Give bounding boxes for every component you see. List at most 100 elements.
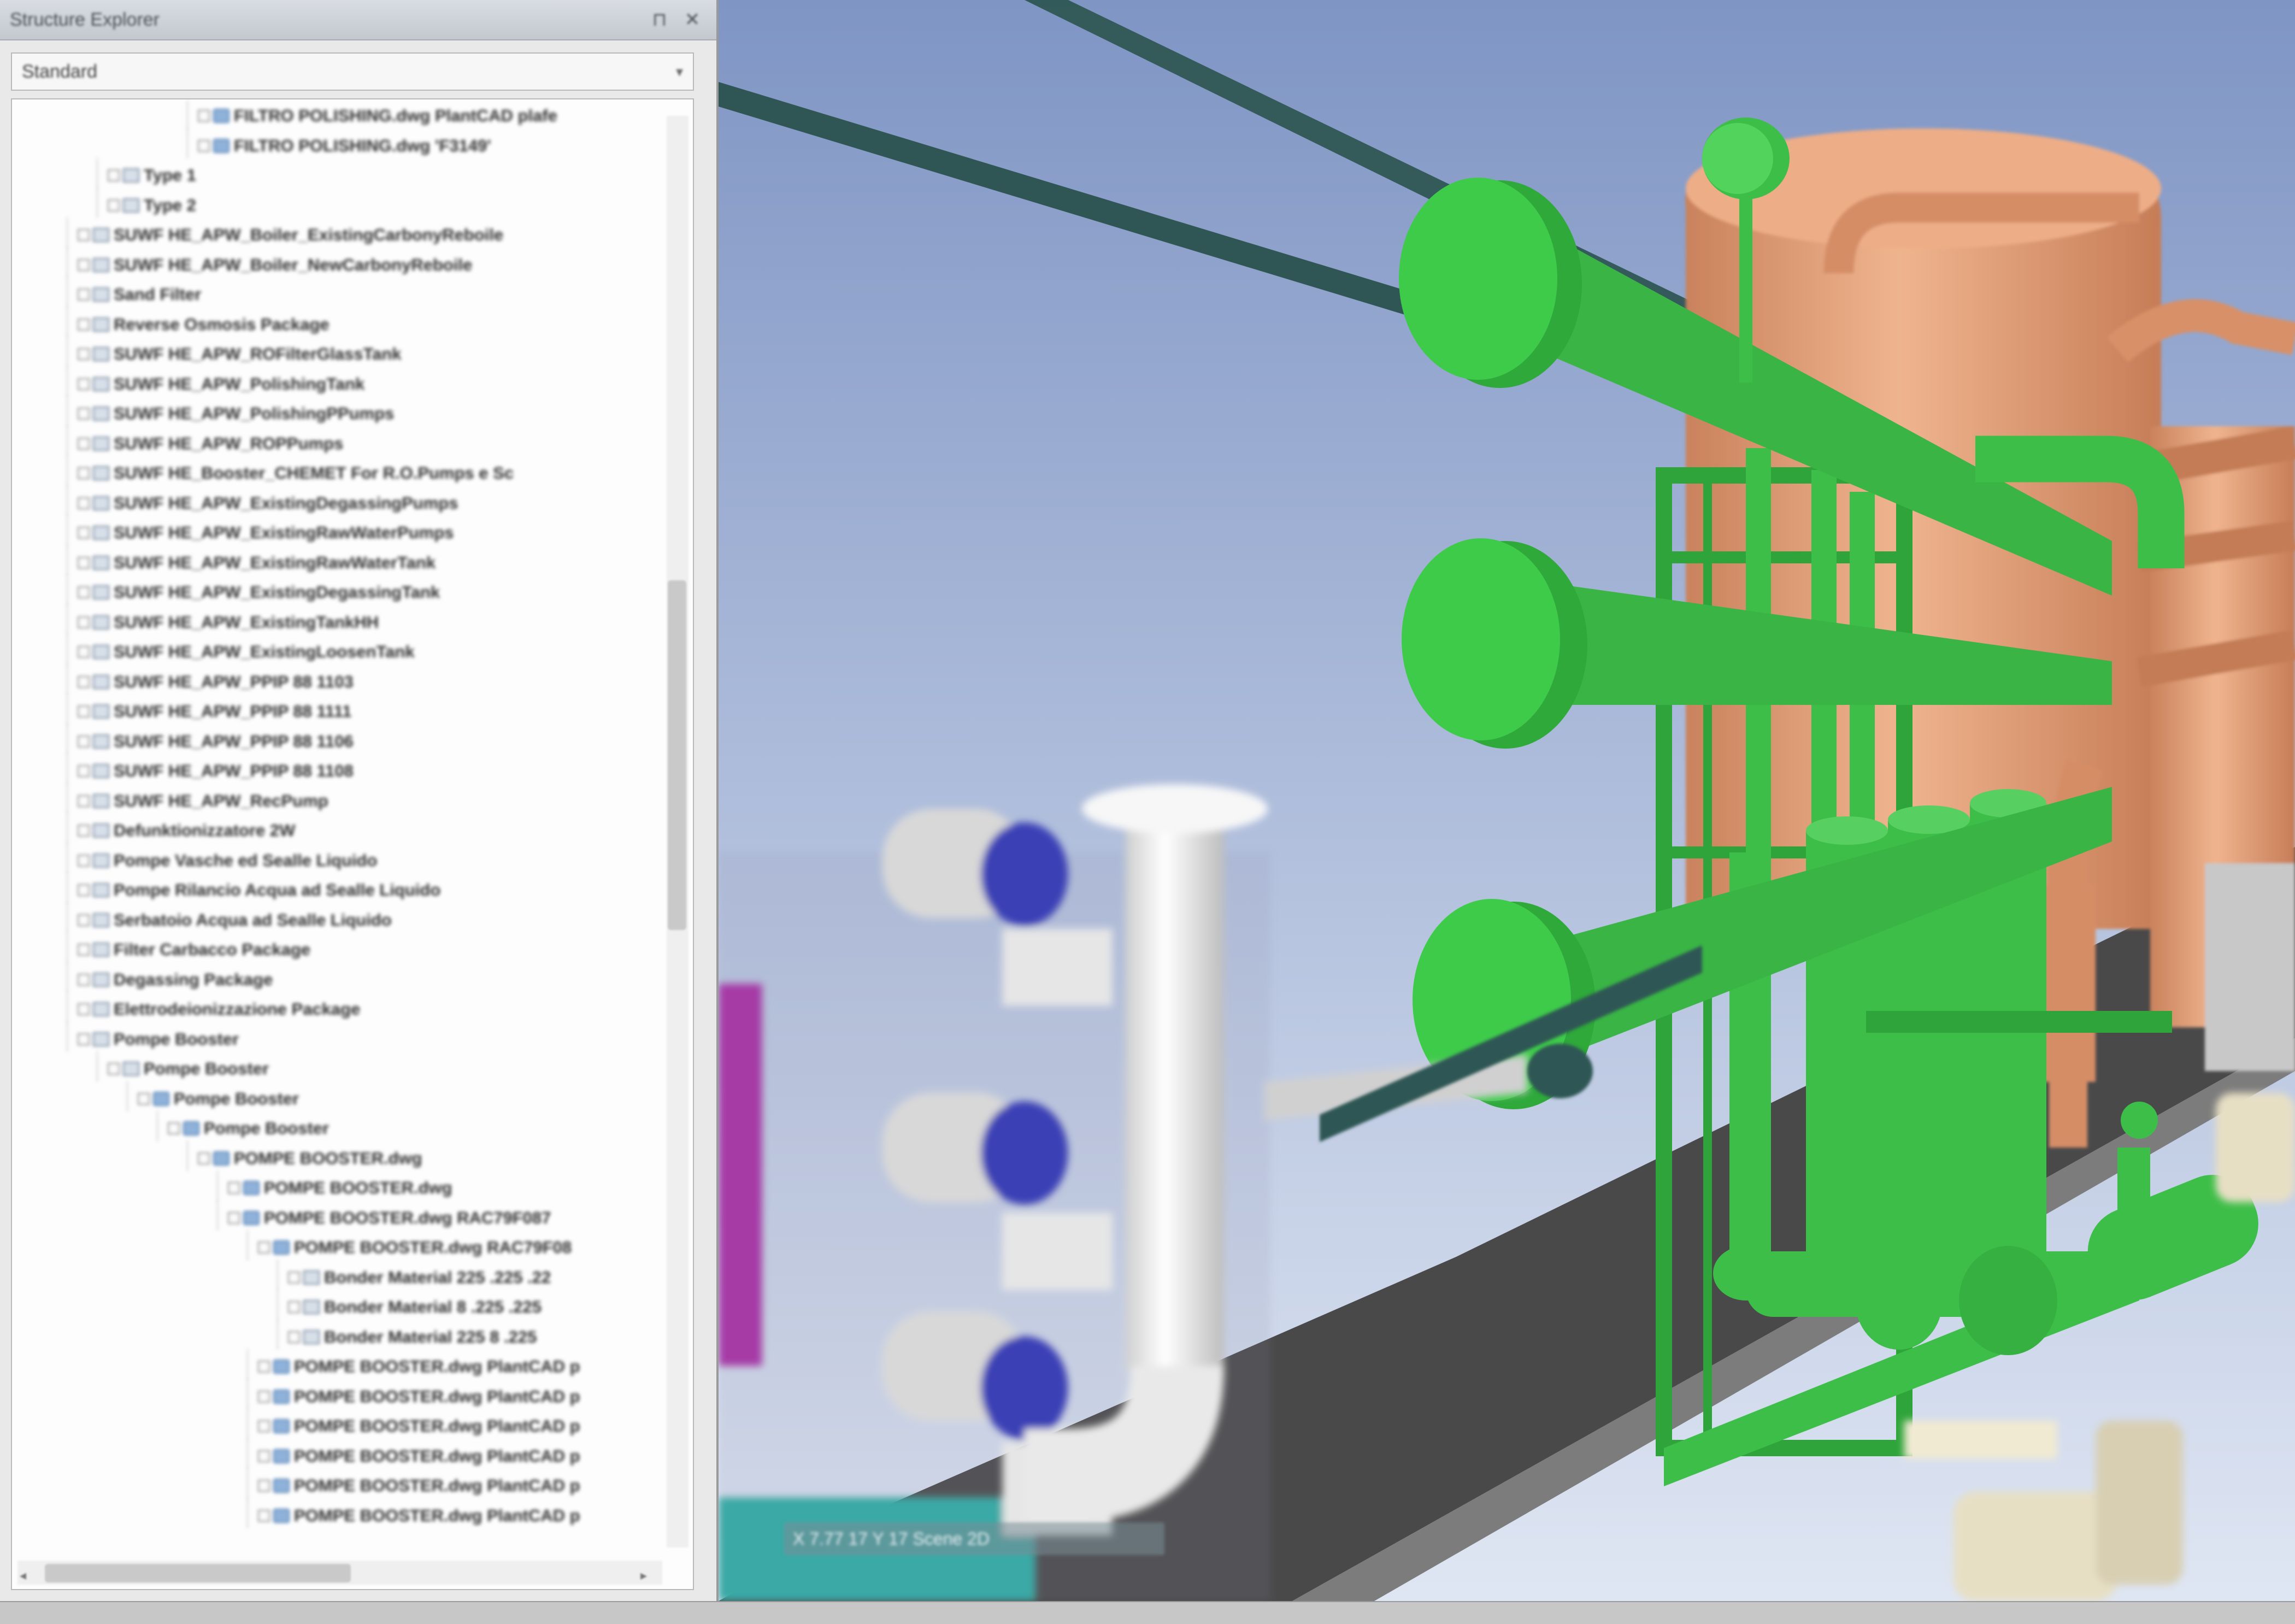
tree-item[interactable]: Pompe Booster — [138, 1085, 299, 1113]
tree-item[interactable]: SUWF HE_APW_ROFilterGlassTank — [78, 340, 402, 368]
expand-toggle-icon[interactable] — [168, 1122, 180, 1134]
expand-toggle-icon[interactable] — [78, 348, 90, 360]
expand-toggle-icon[interactable] — [228, 1182, 240, 1194]
expand-toggle-icon[interactable] — [258, 1480, 270, 1492]
3d-viewport[interactable]: X 7.77 17 Y 17 Scene 2D — [719, 0, 2295, 1601]
tree-item[interactable]: POMPE BOOSTER.dwg — [228, 1174, 452, 1202]
expand-toggle-icon[interactable] — [78, 1033, 90, 1045]
expand-toggle-icon[interactable] — [78, 795, 90, 807]
expand-toggle-icon[interactable] — [78, 527, 90, 539]
tree-item[interactable]: Pompe Rilancio Acqua ad Sealle Liquido — [78, 876, 440, 904]
expand-toggle-icon[interactable] — [78, 825, 90, 837]
vertical-scrollbar-thumb[interactable] — [668, 580, 686, 930]
expand-toggle-icon[interactable] — [198, 1152, 210, 1164]
tree-item[interactable]: SUWF HE_APW_ExistingTankHH — [78, 608, 379, 637]
scroll-right-icon[interactable]: ▸ — [640, 1568, 647, 1584]
expand-toggle-icon[interactable] — [288, 1271, 300, 1284]
expand-toggle-icon[interactable] — [78, 586, 90, 598]
expand-toggle-icon[interactable] — [258, 1361, 270, 1373]
expand-toggle-icon[interactable] — [108, 199, 120, 211]
expand-toggle-icon[interactable] — [228, 1211, 240, 1224]
expand-toggle-icon[interactable] — [78, 705, 90, 717]
tree-item[interactable]: Elettrodeionizzazione Package — [78, 995, 360, 1023]
tree-item[interactable]: Pompe Booster — [168, 1114, 329, 1143]
tree-item[interactable]: SUWF HE_Booster_CHEMET For R.O.Pumps e S… — [78, 459, 514, 487]
panel-titlebar[interactable]: Structure Explorer ⊓ ✕ — [0, 0, 716, 40]
tree-item[interactable]: Pompe Vasche ed Sealle Liquido — [78, 846, 377, 875]
tree-item[interactable]: Degassing Package — [78, 966, 273, 994]
expand-toggle-icon[interactable] — [258, 1450, 270, 1462]
expand-toggle-icon[interactable] — [78, 378, 90, 390]
expand-toggle-icon[interactable] — [78, 854, 90, 867]
tree-item[interactable]: SUWF HE_APW_PolishingTank — [78, 370, 364, 398]
tree-item[interactable]: FILTRO POLISHING.dwg PlantCAD plafe — [198, 102, 557, 130]
expand-toggle-icon[interactable] — [78, 467, 90, 479]
expand-toggle-icon[interactable] — [78, 229, 90, 241]
tree-item[interactable]: SUWF HE_APW_ExistingDegassingPumps — [78, 489, 458, 517]
expand-toggle-icon[interactable] — [198, 110, 210, 122]
expand-toggle-icon[interactable] — [78, 735, 90, 748]
tree-item[interactable]: Bonder Material 225 8 .225 — [288, 1323, 537, 1351]
tree-item[interactable]: POMPE BOOSTER.dwg — [198, 1144, 422, 1173]
tree-item[interactable]: SUWF HE_APW_PPIP 88 1111 — [78, 697, 351, 726]
expand-toggle-icon[interactable] — [258, 1241, 270, 1254]
expand-toggle-icon[interactable] — [78, 646, 90, 658]
tree-item[interactable]: POMPE BOOSTER.dwg RAC79F087 — [228, 1204, 551, 1232]
horizontal-scrollbar-thumb[interactable] — [45, 1564, 351, 1582]
tree-item[interactable]: Defunktionizzatore 2W — [78, 816, 295, 845]
expand-toggle-icon[interactable] — [258, 1509, 270, 1522]
expand-toggle-icon[interactable] — [108, 1063, 120, 1075]
tree-item[interactable]: Bonder Material 8 .225 .225 — [288, 1293, 542, 1321]
expand-toggle-icon[interactable] — [78, 318, 90, 331]
view-select[interactable]: Standard ▾ — [11, 52, 694, 91]
expand-toggle-icon[interactable] — [78, 556, 90, 569]
expand-toggle-icon[interactable] — [78, 258, 90, 271]
tree-item[interactable]: SUWF HE_APW_PPIP 88 1108 — [78, 757, 354, 785]
tree-item[interactable]: POMPE BOOSTER.dwg PlantCAD p — [258, 1352, 580, 1381]
tree-item[interactable]: Type 2 — [108, 191, 196, 220]
tree-item[interactable]: Pompe Booster — [108, 1055, 269, 1083]
tree-item[interactable]: SUWF HE_APW_PPIP 88 1106 — [78, 727, 354, 756]
tree-item[interactable]: SUWF HE_APW_PolishingPPumps — [78, 399, 394, 428]
tree-item[interactable]: Bonder Material 225 .225 .22 — [288, 1263, 551, 1292]
tree-item[interactable]: Serbatoio Acqua ad Sealle Liquido — [78, 906, 392, 934]
expand-toggle-icon[interactable] — [78, 616, 90, 628]
tree-item[interactable]: SUWF HE_APW_PPIP 88 1103 — [78, 668, 354, 696]
expand-toggle-icon[interactable] — [78, 765, 90, 777]
tree-item[interactable]: POMPE BOOSTER.dwg PlantCAD p — [258, 1442, 580, 1470]
tree-item[interactable]: SUWF HE_APW_ROPPumps — [78, 429, 343, 458]
expand-toggle-icon[interactable] — [198, 139, 210, 152]
scroll-left-icon[interactable]: ◂ — [20, 1568, 26, 1584]
tree-item[interactable]: Type 1 — [108, 161, 196, 190]
tree-item[interactable]: Sand Filter — [78, 280, 201, 309]
tree-item[interactable]: POMPE BOOSTER.dwg PlantCAD p — [258, 1412, 580, 1440]
expand-toggle-icon[interactable] — [258, 1420, 270, 1432]
tree-item[interactable]: SUWF HE_APW_ExistingRawWaterTank — [78, 549, 436, 577]
expand-toggle-icon[interactable] — [78, 914, 90, 926]
tree-item[interactable]: POMPE BOOSTER.dwg PlantCAD p — [258, 1472, 580, 1500]
expand-toggle-icon[interactable] — [78, 437, 90, 450]
tree-item[interactable]: Reverse Osmosis Package — [78, 310, 329, 339]
chevron-down-icon[interactable]: ▾ — [676, 63, 683, 80]
tree-item[interactable]: POMPE BOOSTER.dwg RAC79F08 — [258, 1233, 572, 1262]
tree-item[interactable]: SUWF HE_APW_Boiler_NewCarbonyReboile — [78, 251, 472, 279]
expand-toggle-icon[interactable] — [108, 169, 120, 181]
tree-item[interactable]: SUWF HE_APW_ExistingLoosenTank — [78, 638, 415, 666]
tree-item[interactable]: SUWF HE_APW_RecPump — [78, 787, 328, 815]
expand-toggle-icon[interactable] — [78, 1003, 90, 1015]
tree-item[interactable]: POMPE BOOSTER.dwg PlantCAD p — [258, 1502, 580, 1530]
expand-toggle-icon[interactable] — [78, 973, 90, 986]
close-icon[interactable]: ✕ — [680, 8, 704, 32]
expand-toggle-icon[interactable] — [78, 497, 90, 509]
tree-item[interactable]: Pompe Booster — [78, 1025, 239, 1054]
expand-toggle-icon[interactable] — [288, 1301, 300, 1313]
tree-item[interactable]: POMPE BOOSTER.dwg PlantCAD p — [258, 1382, 580, 1411]
pin-icon[interactable]: ⊓ — [648, 8, 672, 32]
tree-item[interactable]: SUWF HE_APW_ExistingRawWaterPumps — [78, 519, 454, 547]
tree-item[interactable]: FILTRO POLISHING.dwg 'F3149' — [198, 132, 491, 160]
expand-toggle-icon[interactable] — [78, 675, 90, 688]
expand-toggle-icon[interactable] — [138, 1092, 150, 1105]
tree-item[interactable]: SUWF HE_APW_ExistingDegassingTank — [78, 578, 440, 607]
tree-item[interactable]: Filter Carbacco Package — [78, 935, 310, 964]
expand-toggle-icon[interactable] — [288, 1331, 300, 1343]
